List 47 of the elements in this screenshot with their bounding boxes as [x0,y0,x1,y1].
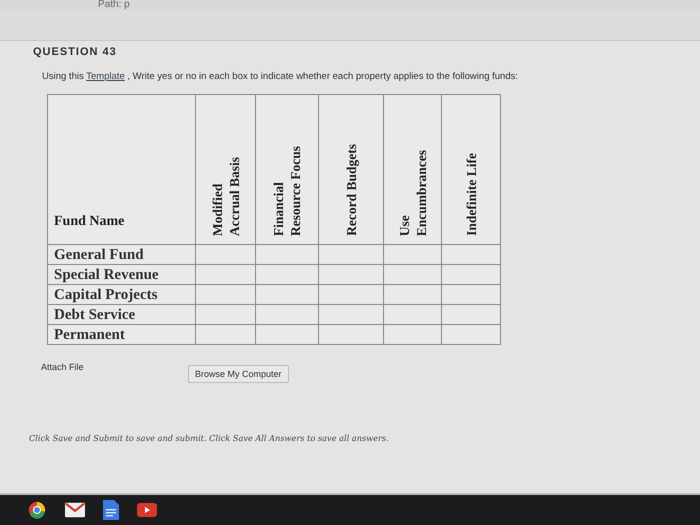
fund-name-cell: Special Revenue [48,264,196,284]
answer-box[interactable] [256,304,318,324]
answer-box[interactable] [384,244,442,264]
fund-name-cell: Debt Service [48,304,196,324]
document-icon[interactable] [103,500,119,520]
answer-box[interactable] [318,324,384,344]
envelope-icon[interactable] [65,501,85,519]
fund-name-cell: General Fund [48,244,196,264]
answer-box[interactable] [442,264,500,284]
play-icon[interactable] [137,501,157,519]
fund-name-cell: Permanent [48,324,196,344]
column-header: Fund Name [48,94,196,244]
answer-box[interactable] [384,264,442,284]
answer-box[interactable] [442,244,500,264]
column-header: Financial Resource Focus [270,144,304,238]
answer-box[interactable] [256,284,318,304]
answer-box[interactable] [196,264,256,284]
ring-icon[interactable] [27,501,47,519]
instruction-text: Using this Template , Write yes or no in each box to indicate whether each property applies to the following funds: [42,71,519,82]
attach-file-label: Attach File [41,362,85,372]
footer-note: Click Save and Submit to save and submit. Click Save All Answers to save all answers. [29,433,390,443]
answer-box[interactable] [318,244,384,264]
answer-box[interactable] [256,244,318,264]
column-header: Modified Accrual Basis [208,156,242,238]
answer-box[interactable] [442,284,500,304]
answer-box[interactable] [384,324,442,344]
answer-box[interactable] [196,304,256,324]
answer-box[interactable] [442,304,500,324]
column-header: Record Budgets [342,143,360,238]
template-link[interactable]: Template [86,71,125,82]
answer-box[interactable] [442,324,500,344]
answer-box[interactable] [384,284,442,304]
answer-box[interactable] [256,324,318,344]
column-header: Indefinite Life [462,152,480,238]
answer-box[interactable] [256,264,318,284]
answer-box[interactable] [318,304,384,324]
answer-box[interactable] [384,304,442,324]
column-header: Use Encumbrances [396,148,430,238]
answer-box[interactable] [196,324,256,344]
answer-box[interactable] [318,284,384,304]
fund-name-cell: Capital Projects [48,284,196,304]
question-title: QUESTION 43 [33,46,118,58]
path-text: Path: p [98,0,130,10]
answer-box[interactable] [318,264,384,284]
browse-button[interactable]: Browse My Computer [188,365,289,383]
answer-box[interactable] [196,284,256,304]
answer-box[interactable] [196,244,256,264]
